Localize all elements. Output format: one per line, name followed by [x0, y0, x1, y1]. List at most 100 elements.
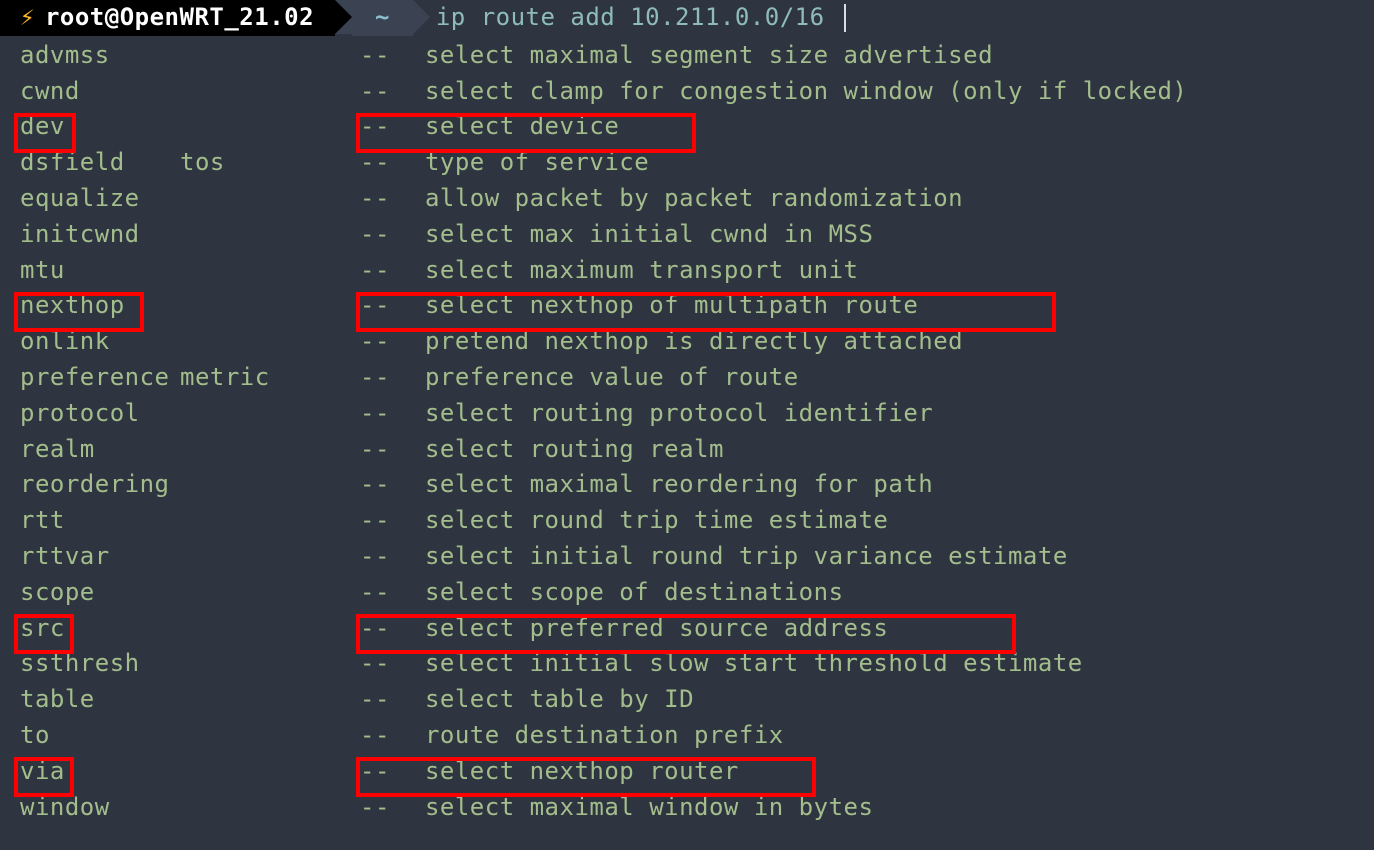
completion-key: cwnd [20, 74, 180, 110]
completion-desc: select preferred source address [410, 611, 888, 647]
completion-alias: metric [180, 360, 360, 396]
completion-desc: select round trip time estimate [410, 503, 888, 539]
cursor-icon [844, 4, 846, 32]
prompt-segment-host: ⚡ root@OpenWRT_21.02 [0, 0, 335, 36]
completion-key: ssthresh [20, 646, 180, 682]
completion-dashes: -- [360, 38, 410, 74]
completion-dashes: -- [360, 360, 410, 396]
completion-item-src[interactable]: src -- select preferred source address [0, 611, 1374, 647]
completion-key: reordering [20, 467, 180, 503]
completion-desc: select max initial cwnd in MSS [410, 217, 873, 253]
completion-dashes: -- [360, 74, 410, 110]
completion-dashes: -- [360, 503, 410, 539]
completion-desc: preference value of route [410, 360, 799, 396]
completion-dashes: -- [360, 324, 410, 360]
completion-dashes: -- [360, 109, 410, 145]
completion-item-onlink[interactable]: onlink -- pretend nexthop is directly att… [0, 324, 1374, 360]
completion-item-cwnd[interactable]: cwnd -- select clamp for congestion windo… [0, 74, 1374, 110]
completion-key: equalize [20, 181, 180, 217]
completion-item-to[interactable]: to -- route destination prefix [0, 718, 1374, 754]
annotation-arrow-icon [0, 825, 1374, 850]
completion-key: dsfield [20, 145, 180, 181]
completion-dashes: -- [360, 754, 410, 790]
completion-item-scope[interactable]: scope -- select scope of destinations [0, 575, 1374, 611]
completion-item-realm[interactable]: realm -- select routing realm [0, 432, 1374, 468]
completion-dashes: -- [360, 217, 410, 253]
completion-key: advmss [20, 38, 180, 74]
completion-key: mtu [20, 253, 180, 289]
cwd: ~ [375, 0, 390, 36]
completion-item-advmss[interactable]: advmss -- select maximal segment size adv… [0, 38, 1374, 74]
completion-key: dev [20, 109, 180, 145]
prompt-row[interactable]: ⚡ root@OpenWRT_21.02 ~ ip route add 10.2… [0, 0, 1374, 36]
completion-item-mtu[interactable]: mtu -- select maximum transport unit [0, 253, 1374, 289]
completion-dashes: -- [360, 432, 410, 468]
bolt-icon: ⚡ [20, 0, 35, 36]
completion-desc: select nexthop of multipath route [410, 288, 918, 324]
completion-desc: select initial slow start threshold esti… [410, 646, 1083, 682]
completion-key: via [20, 754, 180, 790]
completion-item-ssthresh[interactable]: ssthresh -- select initial slow start thr… [0, 646, 1374, 682]
completion-desc: pretend nexthop is directly attached [410, 324, 963, 360]
completion-desc: select initial round trip variance estim… [410, 539, 1068, 575]
completion-dashes: -- [360, 539, 410, 575]
completion-key: table [20, 682, 180, 718]
completion-desc: select device [410, 109, 619, 145]
completion-dashes: -- [360, 467, 410, 503]
completion-desc: type of service [410, 145, 649, 181]
completion-desc: select scope of destinations [410, 575, 844, 611]
completion-dashes: -- [360, 718, 410, 754]
completion-key: protocol [20, 396, 180, 432]
completion-item-dev[interactable]: dev -- select device [0, 109, 1374, 145]
completion-key: initcwnd [20, 217, 180, 253]
completion-dashes: -- [360, 288, 410, 324]
prompt-separator-2-icon [413, 0, 430, 34]
command-input[interactable]: ip route add 10.211.0.0/16 [430, 0, 846, 36]
completion-key: nexthop [20, 288, 180, 324]
completion-dashes: -- [360, 611, 410, 647]
completion-item-rtt[interactable]: rtt -- select round trip time estimate [0, 503, 1374, 539]
completion-item-via[interactable]: via -- select nexthop router [0, 754, 1374, 790]
completion-alias: tos [180, 145, 360, 181]
completion-dashes: -- [360, 790, 410, 826]
completion-key: realm [20, 432, 180, 468]
completion-dashes: -- [360, 253, 410, 289]
completion-desc: select nexthop router [410, 754, 739, 790]
completion-item-table[interactable]: table -- select table by ID [0, 682, 1374, 718]
completion-desc: select clamp for congestion window (only… [410, 74, 1187, 110]
completion-item-protocol[interactable]: protocol -- select routing protocol ident… [0, 396, 1374, 432]
completion-desc: select routing protocol identifier [410, 396, 933, 432]
completion-item-reordering[interactable]: reordering -- select maximal reordering f… [0, 467, 1374, 503]
completion-dashes: -- [360, 646, 410, 682]
completion-item-preference[interactable]: preferencemetric-- preference value of r… [0, 360, 1374, 396]
completion-desc: select routing realm [410, 432, 724, 468]
completion-desc: select maximum transport unit [410, 253, 858, 289]
completion-item-initcwnd[interactable]: initcwnd -- select max initial cwnd in MS… [0, 217, 1374, 253]
completion-key: src [20, 611, 180, 647]
completion-item-rttvar[interactable]: rttvar -- select initial round trip varia… [0, 539, 1374, 575]
completion-desc: route destination prefix [410, 718, 784, 754]
completion-key: preference [20, 360, 180, 396]
completion-dashes: -- [360, 575, 410, 611]
completion-dashes: -- [360, 396, 410, 432]
completion-desc: select maximal segment size advertised [410, 38, 993, 74]
completion-dashes: -- [360, 181, 410, 217]
completion-desc: select table by ID [410, 682, 694, 718]
completion-dashes: -- [360, 682, 410, 718]
prompt-segment-cwd: ~ [352, 0, 413, 36]
completion-key: to [20, 718, 180, 754]
completion-desc: select maximal reordering for path [410, 467, 933, 503]
completion-key: scope [20, 575, 180, 611]
completion-dashes: -- [360, 145, 410, 181]
completion-item-equalize[interactable]: equalize-- allow packet by packet random… [0, 181, 1374, 217]
completion-desc: select maximal window in bytes [410, 790, 873, 826]
completion-list[interactable]: advmss -- select maximal segment size adv… [0, 36, 1374, 826]
typed-command: ip route add 10.211.0.0/16 [436, 0, 840, 36]
terminal-window[interactable]: ⚡ root@OpenWRT_21.02 ~ ip route add 10.2… [0, 0, 1374, 850]
completion-key: onlink [20, 324, 180, 360]
completion-item-dsfield[interactable]: dsfieldtos-- type of service [0, 145, 1374, 181]
completion-key: rtt [20, 503, 180, 539]
completion-item-window[interactable]: window-- select maximal window in bytes [0, 790, 1374, 826]
completion-key: rttvar [20, 539, 180, 575]
completion-item-nexthop[interactable]: nexthop -- select nexthop of multipath ro… [0, 288, 1374, 324]
